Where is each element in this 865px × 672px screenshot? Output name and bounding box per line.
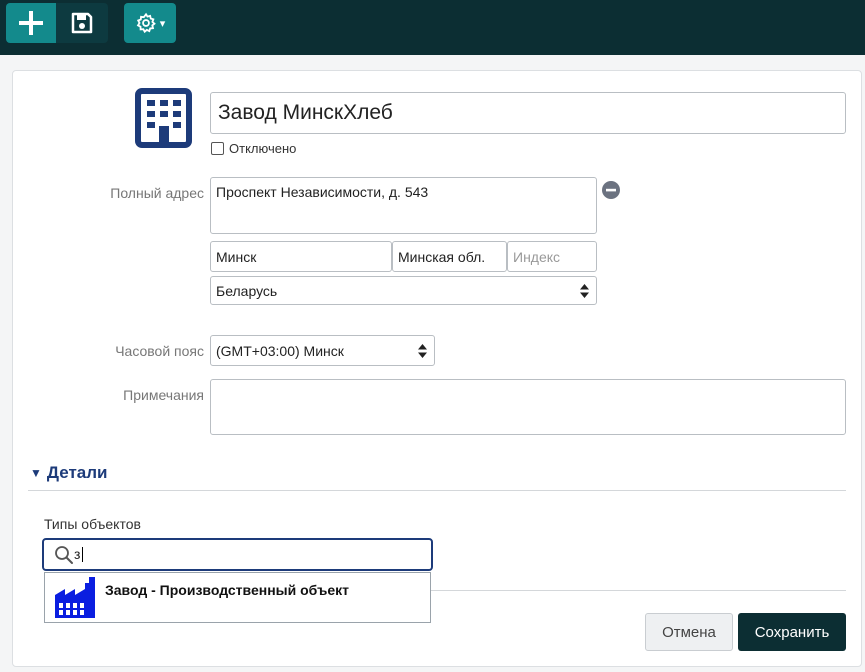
- timezone-value: (GMT+03:00) Минск: [216, 342, 344, 359]
- country-select[interactable]: Беларусь: [210, 276, 597, 305]
- timezone-label: Часовой пояс: [115, 343, 204, 359]
- save-toolbar-button[interactable]: [56, 3, 108, 43]
- search-value: з: [74, 546, 81, 562]
- notes-textarea[interactable]: [210, 379, 846, 435]
- dropdown-option-label: Завод - Производственный объект: [105, 582, 349, 598]
- plus-icon: [19, 11, 43, 35]
- city-input[interactable]: Минск: [210, 241, 392, 272]
- cancel-button-label: Отмена: [662, 623, 716, 641]
- floppy-disk-icon: [71, 12, 93, 34]
- address-textarea[interactable]: Проспект Независимости, д. 543: [210, 177, 597, 234]
- settings-menu-button[interactable]: ▾: [124, 3, 176, 43]
- save-button-label: Сохранить: [754, 623, 830, 641]
- notes-label: Примечания: [123, 387, 204, 403]
- country-value: Беларусь: [216, 282, 278, 299]
- dropdown-option-factory[interactable]: Завод - Производственный объект: [45, 573, 430, 622]
- details-divider: [28, 490, 846, 491]
- region-input[interactable]: Минская обл.: [392, 241, 507, 272]
- toolbar-group-file: [6, 3, 108, 43]
- object-types-label: Типы объектов: [44, 516, 141, 532]
- disabled-label: Отключено: [229, 141, 297, 156]
- chevron-down-icon: ▾: [159, 17, 166, 30]
- name-input[interactable]: Завод МинскХлеб: [210, 92, 846, 134]
- disabled-checkbox[interactable]: [211, 142, 224, 155]
- postal-code-placeholder: Индекс: [513, 248, 561, 265]
- top-toolbar: ▾: [0, 0, 865, 55]
- select-arrows-icon: [418, 343, 427, 358]
- object-types-dropdown: Завод - Производственный объект: [44, 572, 431, 623]
- disabled-checkbox-row: Отключено: [211, 141, 296, 156]
- region-value: Минская обл.: [398, 248, 486, 265]
- details-title: Детали: [46, 463, 108, 482]
- timezone-select[interactable]: (GMT+03:00) Минск: [210, 335, 435, 366]
- postal-code-input[interactable]: Индекс: [507, 241, 597, 272]
- building-icon: [135, 88, 192, 148]
- name-input-value: Завод МинскХлеб: [218, 101, 393, 124]
- select-arrows-icon: [580, 283, 589, 298]
- gear-icon: [136, 12, 156, 34]
- add-button[interactable]: [6, 3, 56, 43]
- object-types-search-input[interactable]: з: [42, 538, 433, 571]
- cancel-button[interactable]: Отмена: [645, 613, 733, 651]
- triangle-down-icon: ▼: [30, 466, 42, 480]
- details-section-toggle[interactable]: ▼ Детали: [30, 463, 107, 483]
- factory-icon: [55, 577, 95, 618]
- city-value: Минск: [216, 248, 257, 265]
- save-button[interactable]: Сохранить: [738, 613, 846, 651]
- address-label: Полный адрес: [110, 185, 204, 201]
- remove-address-icon[interactable]: [602, 181, 620, 199]
- address-value: Проспект Независимости, д. 543: [216, 184, 429, 200]
- toolbar-group-settings: ▾: [124, 3, 176, 43]
- text-caret: [82, 547, 83, 562]
- search-icon: [55, 546, 73, 564]
- footer-divider: [430, 590, 846, 591]
